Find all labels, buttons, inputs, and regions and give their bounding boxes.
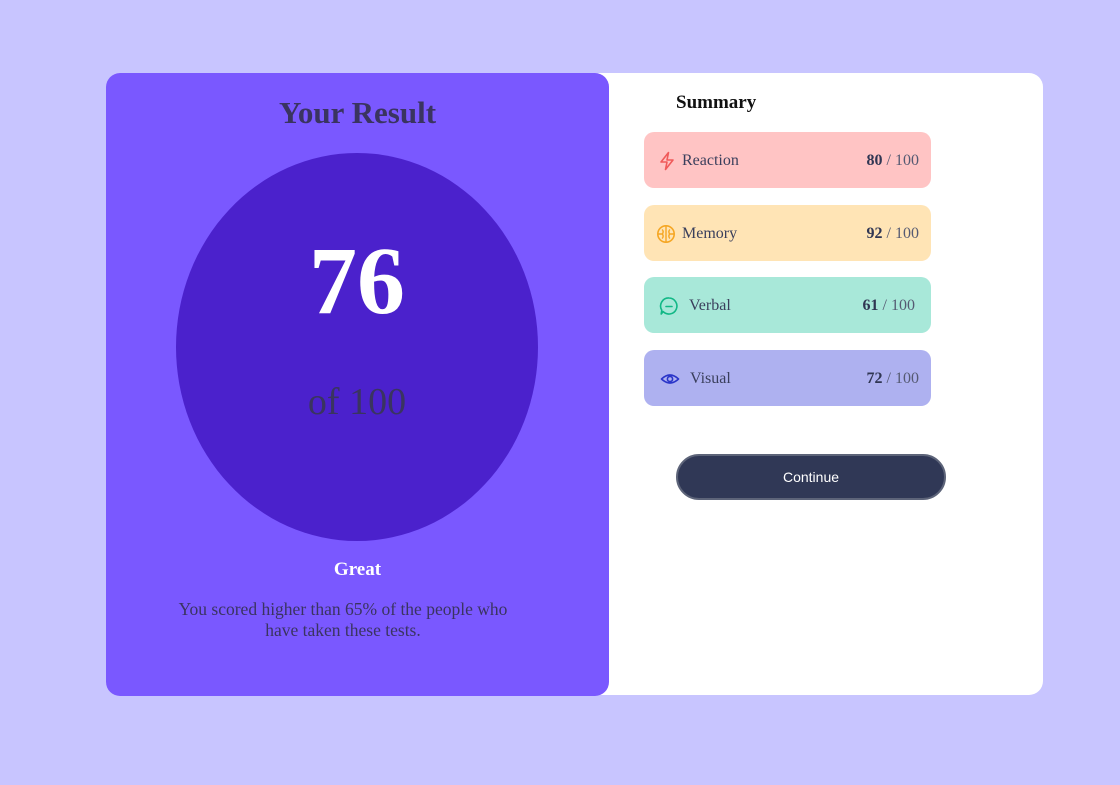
- continue-button[interactable]: Continue: [676, 454, 946, 500]
- summary-item-reaction: Reaction 80 / 100: [644, 132, 931, 188]
- score-of-label: of 100: [307, 381, 407, 423]
- summary-item-label: Reaction: [682, 152, 739, 169]
- result-panel: Your Result 76 of 100 Great You scored h…: [106, 73, 609, 696]
- summary-item-verbal: Verbal 61 / 100: [644, 277, 931, 333]
- summary-item-score: 61 / 100: [862, 297, 915, 314]
- summary-item-memory: Memory 92 / 100: [644, 205, 931, 261]
- summary-title: Summary: [676, 92, 757, 113]
- summary-item-score: 72 / 100: [866, 370, 919, 387]
- summary-item-score: 92 / 100: [866, 225, 919, 242]
- summary-item-label: Verbal: [689, 297, 731, 314]
- rating-label: Great: [333, 559, 382, 580]
- summary-item-score: 80 / 100: [866, 152, 919, 169]
- result-description: You scored higher than 65% of the people…: [178, 599, 508, 640]
- lightning-icon: [660, 151, 674, 171]
- eye-icon: [660, 374, 680, 384]
- score-circle: 76 of 100: [176, 153, 538, 541]
- summary-item-visual: Visual 72 / 100: [644, 350, 931, 406]
- summary-item-label: Visual: [690, 370, 731, 387]
- result-title: Your Result: [278, 95, 437, 130]
- chat-bubble-icon: [659, 297, 678, 315]
- brain-icon: [657, 225, 675, 243]
- summary-item-label: Memory: [682, 225, 738, 242]
- score-value: 76: [309, 227, 405, 334]
